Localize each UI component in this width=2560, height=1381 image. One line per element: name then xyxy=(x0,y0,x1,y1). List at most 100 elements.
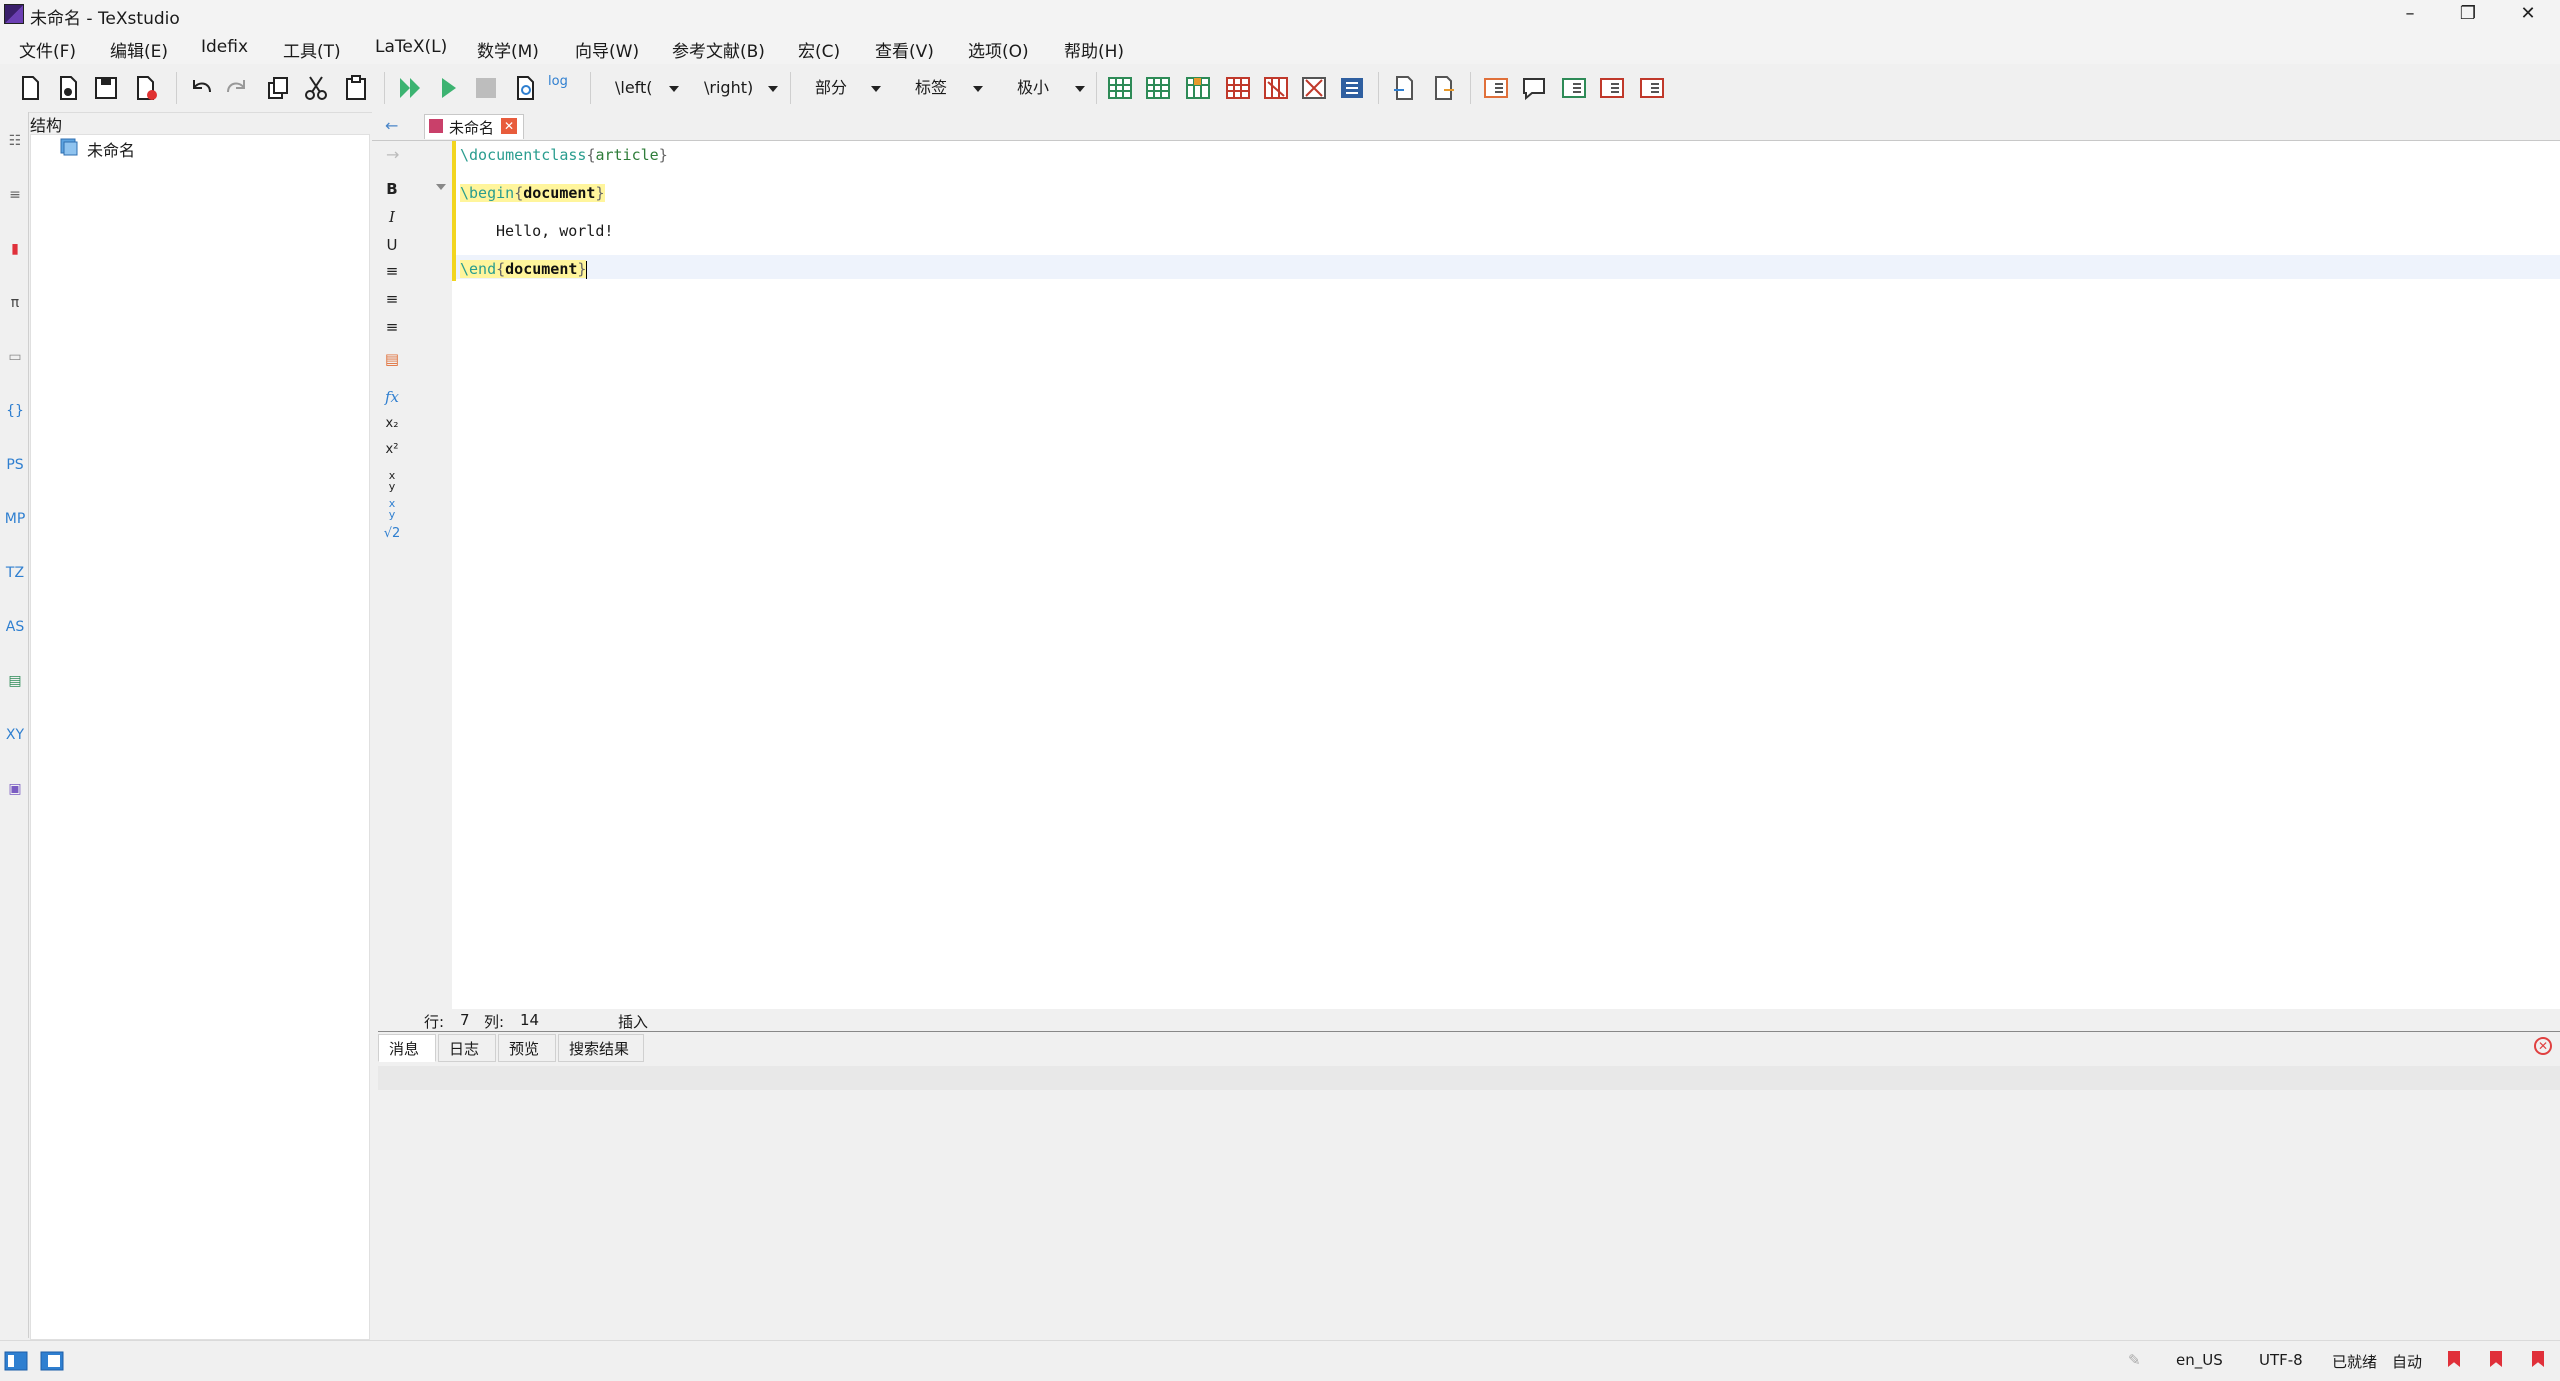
symbols-icon[interactable]: π xyxy=(4,292,26,314)
preview-icon[interactable]: ▤ xyxy=(4,670,26,692)
remove-row-icon[interactable] xyxy=(1224,74,1252,102)
bookmark-icon[interactable] xyxy=(2532,1351,2544,1367)
toolbar-separator xyxy=(790,72,791,104)
back-arrow-icon[interactable]: ← xyxy=(385,116,398,135)
tab-search-results[interactable]: 搜索结果 xyxy=(558,1034,644,1062)
insert-figure-icon[interactable] xyxy=(1560,74,1588,102)
menu-latex[interactable]: LaTeX(L) xyxy=(375,37,447,57)
subscript-icon[interactable]: x₂ xyxy=(380,416,404,438)
function-icon[interactable]: fx xyxy=(380,388,404,410)
new-line-icon[interactable]: ▤ xyxy=(380,350,404,372)
asymptote-icon[interactable]: AS xyxy=(4,616,26,638)
misc-symbols-icon[interactable]: ▣ xyxy=(4,778,26,800)
underline-button[interactable]: U xyxy=(380,236,404,258)
view-log-icon[interactable]: log xyxy=(548,74,576,102)
structure-root-item[interactable]: 未命名 xyxy=(31,137,369,161)
close-window-button[interactable]: ✕ xyxy=(2500,0,2556,30)
toggle-messages-icon[interactable] xyxy=(40,1351,64,1371)
save-icon[interactable] xyxy=(92,74,120,102)
italic-button[interactable]: I xyxy=(380,208,404,230)
insert-mode: 插入 xyxy=(618,1013,649,1031)
forward-arrow-icon[interactable]: → xyxy=(386,145,399,164)
menu-tools[interactable]: 工具(T) xyxy=(283,37,341,62)
section-select[interactable]: 部分 xyxy=(815,74,881,102)
chevron-down-icon xyxy=(768,86,778,92)
compile-icon[interactable] xyxy=(434,74,462,102)
copy-icon[interactable] xyxy=(264,74,292,102)
insert-equation-icon[interactable] xyxy=(1598,74,1626,102)
new-file-icon[interactable] xyxy=(16,74,44,102)
align-right-icon[interactable]: ≡ xyxy=(380,318,404,340)
align-center-icon[interactable]: ≡ xyxy=(380,290,404,312)
menu-math[interactable]: 数学(M) xyxy=(477,37,539,62)
structure-tree-icon[interactable]: ☷ xyxy=(4,130,26,152)
tab-preview[interactable]: 预览 xyxy=(498,1034,556,1062)
minimize-button[interactable]: – xyxy=(2382,0,2438,30)
cut-column-icon[interactable] xyxy=(1300,74,1328,102)
insert-theorem-icon[interactable] xyxy=(1638,74,1666,102)
cut-icon[interactable] xyxy=(302,74,330,102)
build-and-view-icon[interactable] xyxy=(396,74,424,102)
encoding-selector[interactable]: UTF-8 xyxy=(2259,1351,2303,1369)
bookmark-icon[interactable] xyxy=(2490,1351,2502,1367)
dfrac-icon[interactable]: xy xyxy=(380,498,404,520)
menu-idefix[interactable]: Idefix xyxy=(201,37,248,57)
tab-log[interactable]: 日志 xyxy=(438,1034,496,1062)
menu-edit[interactable]: 编辑(E) xyxy=(110,37,168,62)
menu-options[interactable]: 选项(O) xyxy=(968,37,1029,62)
document-tab[interactable]: 未命名 ✕ xyxy=(424,114,524,139)
spellcheck-icon[interactable]: ✎ xyxy=(2128,1351,2141,1369)
maximize-button[interactable]: ❐ xyxy=(2440,0,2496,30)
code-editor[interactable]: \documentclass{article} \begin{document}… xyxy=(452,141,2560,1009)
texstudio-app-icon xyxy=(4,4,24,24)
align-columns-icon[interactable] xyxy=(1338,74,1366,102)
paste-icon[interactable] xyxy=(342,74,370,102)
tab-messages[interactable]: 消息 xyxy=(378,1034,436,1062)
comment-icon[interactable] xyxy=(1520,74,1548,102)
toggle-structure-icon[interactable] xyxy=(4,1351,28,1371)
toc-icon[interactable]: ≡ xyxy=(4,184,26,206)
add-column-icon[interactable] xyxy=(1184,74,1212,102)
insert-text-box-icon[interactable] xyxy=(1482,74,1510,102)
xymatrix-icon[interactable]: XY xyxy=(4,724,26,746)
close-tab-icon[interactable]: ✕ xyxy=(501,118,517,134)
auto-mode[interactable]: 自动 xyxy=(2392,1351,2422,1372)
undo-icon[interactable] xyxy=(186,74,214,102)
redo-icon[interactable] xyxy=(224,74,252,102)
menu-help[interactable]: 帮助(H) xyxy=(1064,37,1124,62)
new-from-template-icon[interactable] xyxy=(54,74,82,102)
menu-view[interactable]: 查看(V) xyxy=(875,37,934,62)
remove-column-icon[interactable] xyxy=(1262,74,1290,102)
right-delimiter-select[interactable]: \right) xyxy=(704,74,778,102)
menu-wizards[interactable]: 向导(W) xyxy=(575,37,639,62)
pstricks-icon[interactable]: PS xyxy=(4,454,26,476)
language-selector[interactable]: en_US xyxy=(2176,1351,2223,1369)
left-delimiter-select[interactable]: \left( xyxy=(615,74,679,102)
superscript-icon[interactable]: x² xyxy=(380,442,404,464)
add-row-icon[interactable] xyxy=(1144,74,1172,102)
tikz-icon[interactable]: TZ xyxy=(4,562,26,584)
fraction-icon[interactable]: xy xyxy=(380,470,404,492)
bold-button[interactable]: B xyxy=(380,180,404,202)
view-pdf-icon[interactable] xyxy=(512,74,540,102)
close-file-icon[interactable] xyxy=(132,74,160,102)
menu-bibliography[interactable]: 参考文献(B) xyxy=(672,37,765,62)
next-error-icon[interactable] xyxy=(1430,74,1458,102)
font-size-select[interactable]: 极小 xyxy=(1017,74,1085,102)
menu-file[interactable]: 文件(F) xyxy=(19,37,76,62)
bookmarks-icon[interactable]: ▮ xyxy=(4,238,26,260)
label-select[interactable]: 标签 xyxy=(915,74,983,102)
stop-icon[interactable] xyxy=(472,74,500,102)
bookmark-icon[interactable] xyxy=(2448,1351,2460,1367)
close-panel-icon[interactable]: ✕ xyxy=(2534,1037,2552,1055)
files-icon[interactable]: ▭ xyxy=(4,346,26,368)
toolbar-separator xyxy=(1096,72,1097,104)
sqrt-icon[interactable]: √2 xyxy=(380,526,404,548)
brackets-icon[interactable]: {} xyxy=(4,400,26,422)
metapost-icon[interactable]: MP xyxy=(4,508,26,530)
previous-error-icon[interactable] xyxy=(1390,74,1418,102)
menu-macros[interactable]: 宏(C) xyxy=(798,37,840,62)
align-left-icon[interactable]: ≡ xyxy=(380,262,404,284)
table-icon[interactable] xyxy=(1106,74,1134,102)
fold-marker-icon[interactable] xyxy=(436,184,446,190)
